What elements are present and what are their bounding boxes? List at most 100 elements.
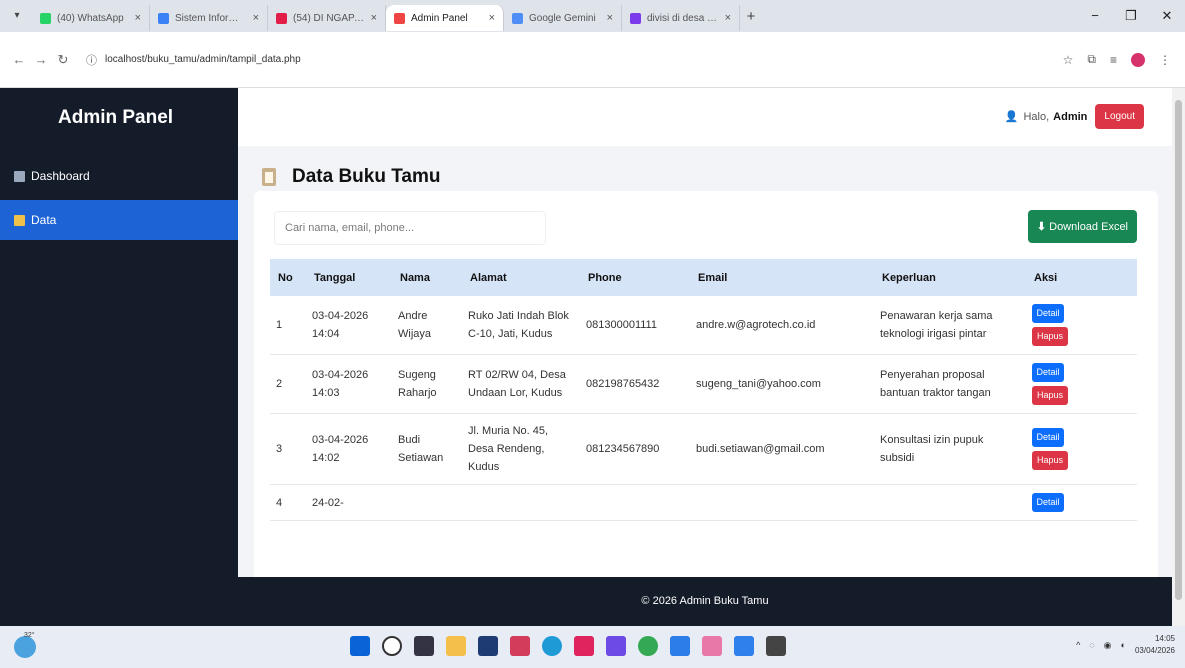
cell-phone: 081234567890 (580, 413, 690, 485)
restore-button[interactable]: ❐ (1113, 8, 1149, 24)
notes-icon[interactable] (702, 636, 722, 656)
top-bar: 👤 Halo, Admin Logout (238, 88, 1172, 146)
url-field[interactable]: ⓘ localhost/buku_tamu/admin/tampil_data.… (80, 47, 1063, 73)
column-header: Email (690, 259, 874, 296)
cell-keperluan: Konsultasi izin pupuk subsidi (874, 413, 1026, 485)
column-header: Aksi (1026, 259, 1137, 296)
chart-icon (14, 170, 25, 182)
network-icon[interactable]: ◌ (1089, 640, 1094, 650)
extensions-icon[interactable]: ⧉ (1087, 52, 1096, 67)
column-header: Tanggal (306, 259, 392, 296)
terminal-icon[interactable] (766, 636, 786, 656)
detail-button[interactable]: Detail (1032, 304, 1064, 323)
sidebar-item-data[interactable]: Data (0, 200, 238, 240)
address-bar: ← → ↻ ⓘ localhost/buku_tamu/admin/tampil… (0, 32, 1185, 88)
detail-button[interactable]: Detail (1032, 493, 1064, 512)
edge-icon[interactable] (542, 636, 562, 656)
tab-close-icon[interactable]: × (489, 12, 495, 24)
detail-button[interactable]: Detail (1032, 428, 1064, 447)
browser-menu-icon[interactable]: ⋮ (1159, 53, 1171, 67)
cell-keperluan (874, 484, 1026, 521)
logout-button[interactable]: Logout (1095, 104, 1144, 129)
search-input[interactable] (274, 211, 546, 245)
app-icon[interactable] (670, 636, 690, 656)
app-shield-icon[interactable] (510, 636, 530, 656)
address-bar-actions: ☆ ⧉ ≡ ⋮ (1063, 52, 1171, 67)
cell-alamat (462, 484, 580, 521)
cell-actions: Detail Hapus (1026, 354, 1137, 414)
weather-icon[interactable]: 32° (14, 632, 36, 658)
forward-icon[interactable]: → (30, 52, 52, 67)
media-icon[interactable]: ≡ (1110, 53, 1117, 67)
back-icon[interactable]: ← (8, 52, 30, 67)
minimize-button[interactable]: − (1077, 8, 1113, 24)
table-row: 3 03-04-2026 14:02 Budi Setiawan Jl. Muria … (270, 413, 1137, 485)
bookmark-star-icon[interactable]: ☆ (1063, 53, 1074, 67)
tab-close-icon[interactable]: × (253, 12, 259, 24)
new-tab-button[interactable]: + (740, 8, 762, 25)
table-row: 2 03-04-2026 14:03 Sugeng Raharjo RT 02/RW … (270, 354, 1137, 414)
cell-no: 2 (270, 354, 306, 414)
cell-no: 4 (270, 484, 306, 521)
tab-favicon-icon (512, 12, 523, 24)
download-excel-button[interactable]: ⬇ Download Excel (1027, 210, 1137, 243)
browser-tab[interactable]: Sistem Informasi × (150, 5, 268, 31)
cell-email: budi.setiawan@gmail.com (690, 413, 874, 485)
task-view-icon[interactable] (414, 636, 434, 656)
tab-title: Google Gemini (529, 12, 596, 24)
browser-tab[interactable]: Admin Panel × (386, 5, 504, 31)
delete-button[interactable]: Hapus (1032, 451, 1068, 470)
page-title: Data Buku Tamu (292, 166, 441, 187)
table-header-row: No Tanggal Nama Alamat Phone Email Keperluan Ak… (270, 259, 1137, 296)
delete-button[interactable]: Hapus (1032, 386, 1068, 405)
user-icon: 👤 (1004, 111, 1019, 123)
tab-close-icon[interactable]: × (725, 12, 731, 24)
tab-title: divisi di desa per (647, 12, 719, 24)
tab-title: Sistem Informasi (175, 12, 247, 24)
tab-title: Admin Panel (411, 12, 468, 24)
profile-avatar[interactable] (1131, 52, 1145, 67)
tab-close-icon[interactable]: × (371, 12, 377, 24)
browser-tab[interactable]: divisi di desa per × (622, 5, 740, 31)
canva-icon[interactable] (606, 636, 626, 656)
file-explorer-icon[interactable] (446, 636, 466, 656)
store-icon[interactable] (478, 636, 498, 656)
site-info-icon[interactable]: ⓘ (86, 52, 97, 68)
delete-button[interactable]: Hapus (1032, 327, 1068, 346)
cell-keperluan: Penawaran kerja sama teknologi irigasi p… (874, 296, 1026, 355)
mail-icon[interactable] (574, 636, 594, 656)
table-row: 1 03-04-2026 14:04 Andre Wijaya Ruko Jati I… (270, 296, 1137, 355)
tab-list: (40) WhatsApp × Sistem Informasi × (54) DI N… (32, 1, 740, 31)
browser-tab[interactable]: (40) WhatsApp × (32, 5, 150, 31)
scrollbar-thumb[interactable] (1175, 100, 1182, 600)
guest-table: No Tanggal Nama Alamat Phone Email Keperluan Ak… (270, 259, 1137, 521)
column-header: Keperluan (874, 259, 1026, 296)
close-window-button[interactable]: ✕ (1149, 8, 1185, 24)
tray-chevron-icon[interactable]: ^ (1076, 640, 1080, 650)
browser-tab[interactable]: Google Gemini × (504, 5, 622, 31)
vscode-icon[interactable] (734, 636, 754, 656)
volume-icon[interactable]: ◐ (1121, 640, 1126, 650)
cell-email: sugeng_tani@yahoo.com (690, 354, 874, 414)
browser-tab[interactable]: (54) DI NGAPAIN × (268, 5, 386, 31)
tab-title: (40) WhatsApp (57, 12, 124, 24)
tab-close-icon[interactable]: × (607, 12, 613, 24)
detail-button[interactable]: Detail (1032, 363, 1064, 382)
chrome-icon[interactable] (638, 636, 658, 656)
page-title-row: Data Buku Tamu (262, 166, 441, 188)
cell-phone: 081300001111 (580, 296, 690, 355)
tab-close-icon[interactable]: × (135, 12, 141, 24)
wifi-icon[interactable]: ◉ (1104, 640, 1112, 651)
window-controls: − ❐ ✕ (1077, 8, 1185, 24)
sidebar-item-dashboard[interactable]: Dashboard (0, 156, 238, 196)
reload-icon[interactable]: ↻ (52, 52, 74, 68)
temperature: 32° (24, 632, 35, 639)
page-scrollbar[interactable] (1172, 88, 1185, 626)
cell-nama: Andre Wijaya (392, 296, 462, 355)
windows-start-icon[interactable] (350, 636, 370, 656)
search-icon[interactable] (382, 636, 402, 656)
cell-alamat: Jl. Muria No. 45, Desa Rendeng, Kudus (462, 413, 580, 485)
cell-tanggal: 03-04-2026 14:03 (306, 354, 392, 414)
clock[interactable]: 14:05 03/04/2026 (1135, 633, 1175, 657)
tab-search-icon[interactable]: ▾ (6, 5, 28, 27)
